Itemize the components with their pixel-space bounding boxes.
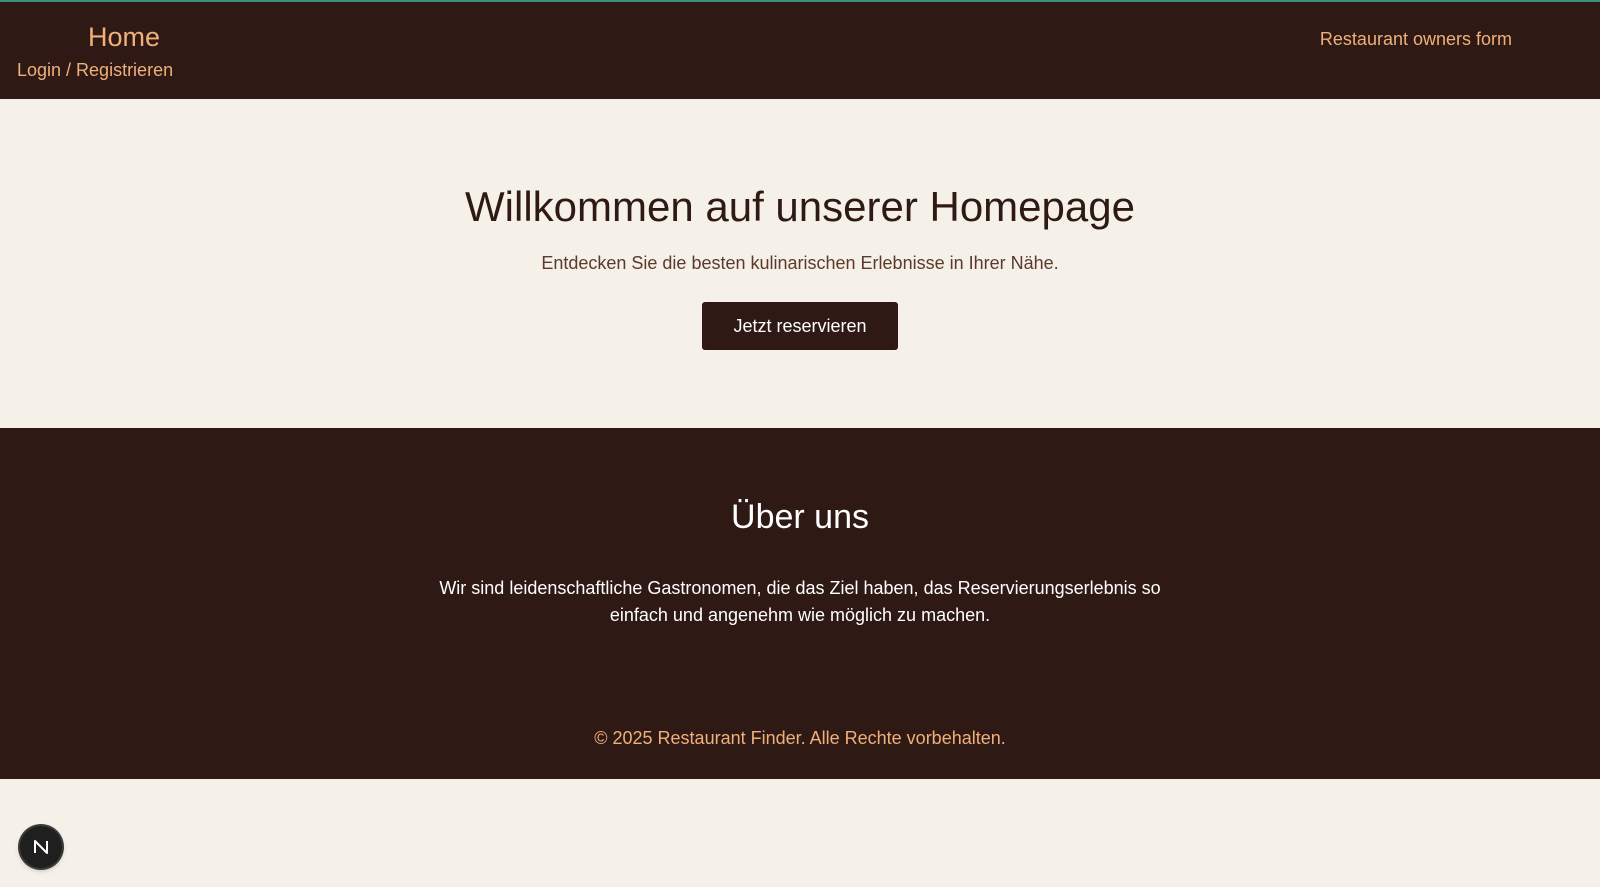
- about-title: Über uns: [731, 498, 869, 536]
- hero-subtitle: Entdecken Sie die besten kulinarischen E…: [541, 253, 1059, 273]
- about-text: Wir sind leidenschaftliche Gastronomen, …: [439, 578, 1161, 625]
- nextjs-dev-badge[interactable]: [20, 826, 62, 868]
- site-header: Home Login / Registrieren Restaurant own…: [0, 0, 1600, 99]
- hero-section: Willkommen auf unserer Homepage Entdecke…: [0, 99, 1600, 428]
- hero-title: Willkommen auf unserer Homepage: [465, 183, 1135, 230]
- nav-home-link[interactable]: Home: [88, 22, 160, 53]
- nav-login-link[interactable]: Login / Registrieren: [17, 60, 173, 81]
- about-section: Über uns Wir sind leidenschaftliche Gast…: [0, 428, 1600, 779]
- page: Home Login / Registrieren Restaurant own…: [0, 0, 1600, 887]
- nav-restaurant-owners-link[interactable]: Restaurant owners form: [1320, 29, 1512, 50]
- footer-copyright: © 2025 Restaurant Finder. Alle Rechte vo…: [594, 728, 1006, 748]
- reserve-button[interactable]: Jetzt reservieren: [702, 302, 898, 350]
- nextjs-icon: [32, 838, 50, 856]
